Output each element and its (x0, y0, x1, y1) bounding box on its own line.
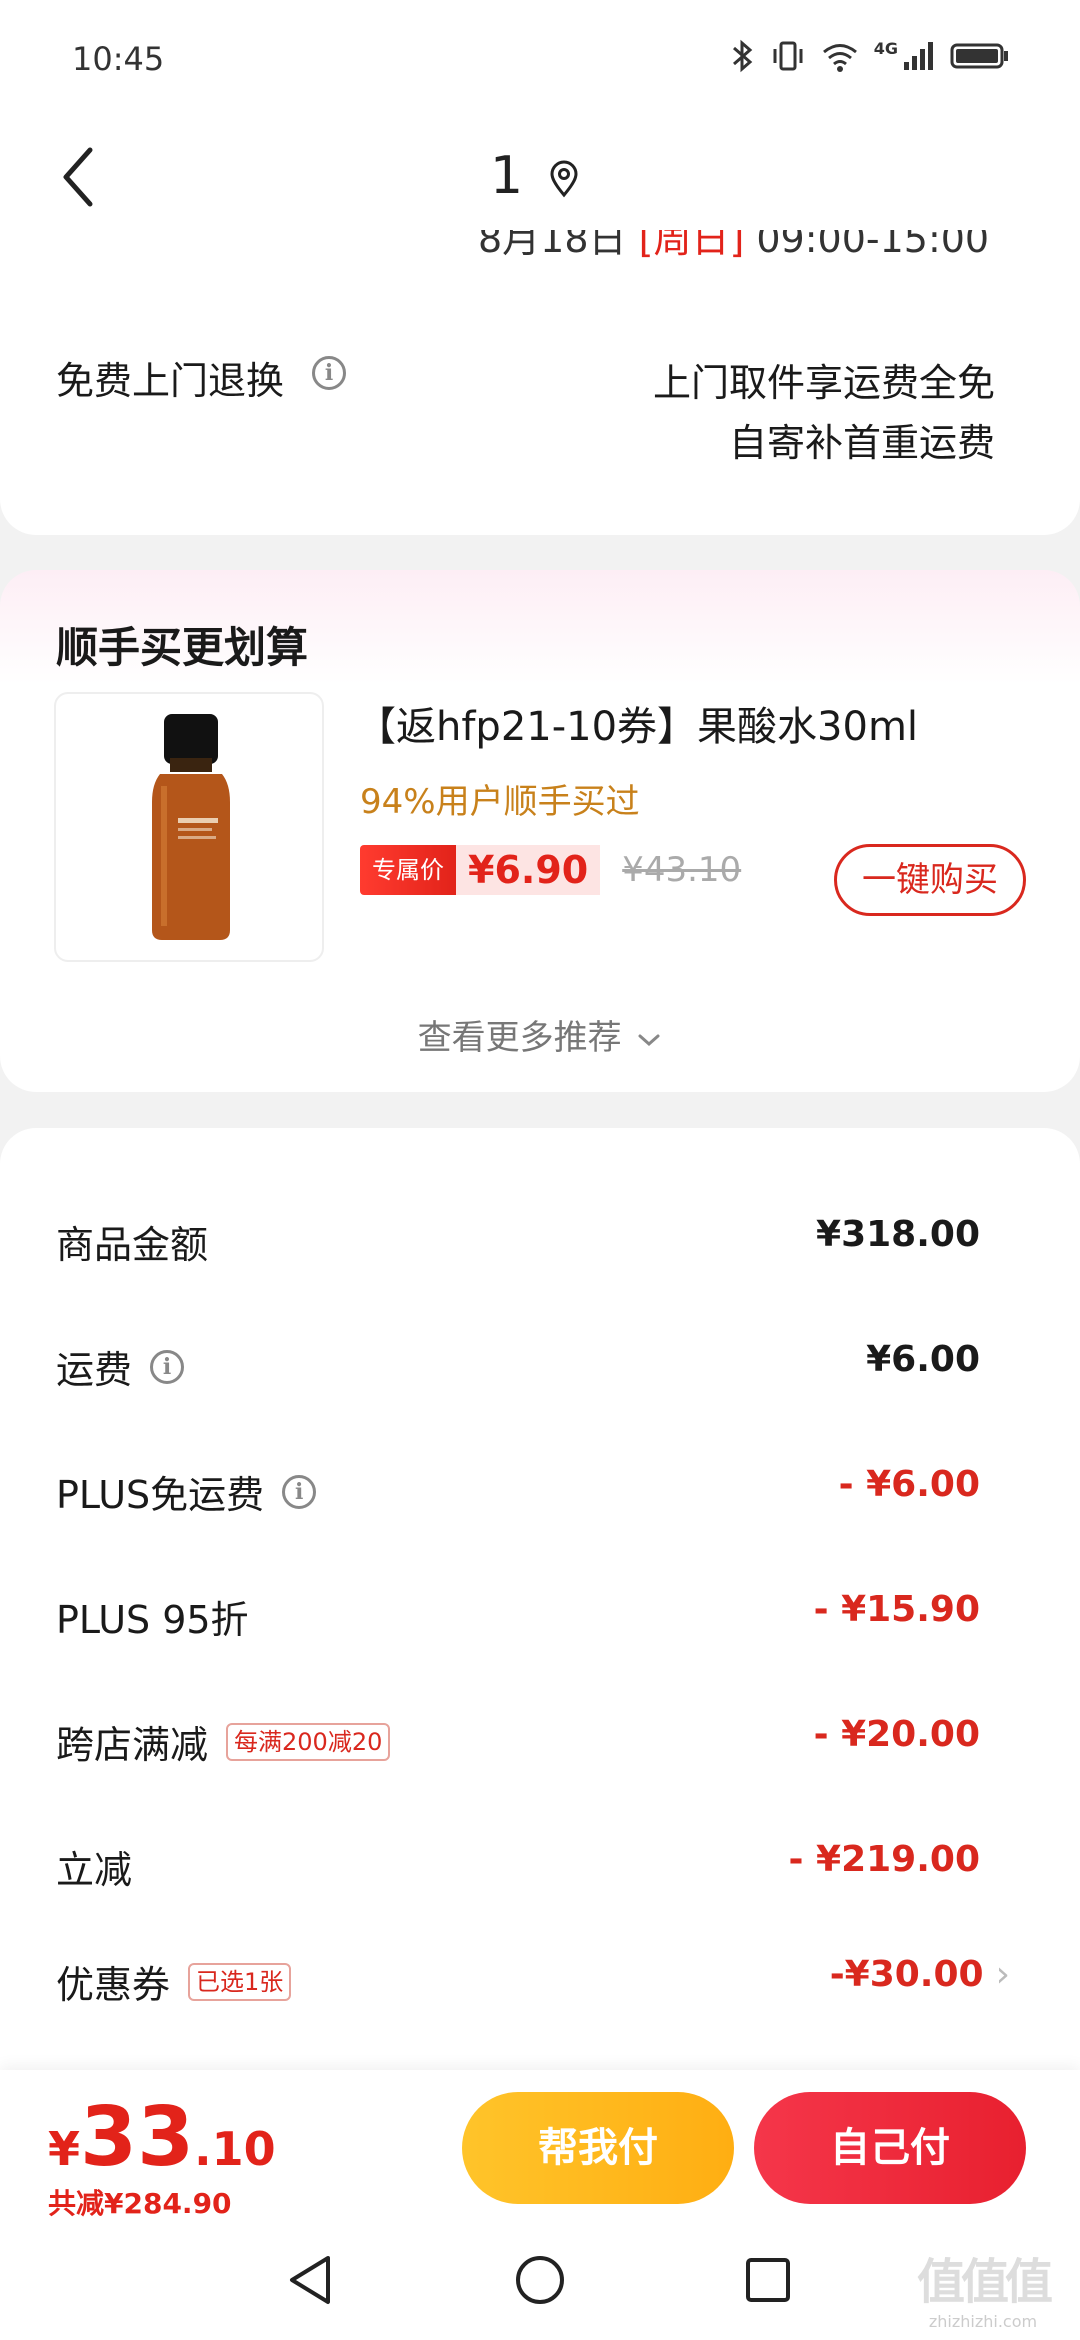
free-return-label: 免费上门退换 (56, 359, 285, 403)
chevron-left-icon (63, 147, 93, 207)
info-icon[interactable]: i (312, 356, 346, 390)
info-icon[interactable]: i (282, 1474, 317, 1509)
return-info-line1: 上门取件享运费全免 (652, 361, 995, 405)
battery-icon (950, 43, 1008, 69)
summary-row-goods: 商品金额 ¥318.00 (56, 1200, 980, 1280)
delivery-time-text: 8月18日 [周日] 09:00-15:00 (478, 230, 989, 263)
page-title: 1 (490, 146, 524, 206)
watermark-mark: 值值值 (916, 2254, 1053, 2310)
status-time: 10:45 (72, 40, 165, 78)
product-meta: 94%用户顺手买过 (360, 782, 640, 822)
summary-label: PLUS免运费 (56, 1473, 265, 1517)
summary-row-instant-off: 立减 - ¥219.00 (56, 1825, 980, 1905)
delivery-date: 8月18日 (478, 230, 627, 261)
vibrate-icon (773, 41, 803, 71)
delivery-weekday: [周日] (638, 230, 745, 261)
delivery-time-range: 09:00-15:00 (756, 230, 990, 261)
exclusive-price-badge: 专属价 (360, 845, 456, 895)
coupon-value: -¥30.00 (829, 1954, 984, 1995)
bluetooth-icon (732, 39, 753, 73)
total-price: ¥33.10 (48, 2090, 276, 2185)
promo-tag: 每满200减20 (226, 1722, 391, 1761)
one-click-buy-button[interactable]: 一键购买 (834, 844, 1026, 916)
delivery-return-card: 8月18日 [周日] 09:00-15:00 免费上门退换 i 上门取件享运费全… (0, 230, 1080, 535)
summary-label: 商品金额 (56, 1223, 209, 1267)
bottom-pay-bar: ¥33.10 共减¥284.90 帮我付 自己付 (0, 2070, 1080, 2230)
product-image[interactable] (54, 692, 324, 962)
help-pay-button[interactable]: 帮我付 (462, 2092, 734, 2204)
summary-row-plus-free-shipping: PLUS免运费 i - ¥6.00 (56, 1450, 980, 1530)
summary-value: -¥30.00 › (830, 1954, 1010, 1995)
more-recommend-label: 查看更多推荐 (417, 1018, 622, 1058)
coupon-tag: 已选1张 (188, 1962, 292, 2001)
nav-bar: 1 (0, 120, 1080, 230)
nav-recents-icon[interactable] (742, 2252, 794, 2308)
status-icons: 4G (730, 38, 1010, 74)
summary-label: PLUS 95折 (56, 1598, 249, 1642)
summary-label: 跨店满减 (56, 1723, 209, 1767)
chevron-right-icon: › (995, 1954, 1010, 1995)
chevron-down-icon (638, 1034, 660, 1046)
status-bar: 10:45 4G (0, 0, 1080, 120)
total-integer: 33 (80, 2090, 195, 2185)
product-name[interactable]: 【返hfp21-10券】果酸水30ml (356, 694, 918, 752)
wifi-icon (822, 44, 857, 72)
nav-home-icon[interactable] (512, 2252, 568, 2308)
network-type-label: 4G (873, 38, 898, 58)
summary-row-cross-store: 跨店满减 每满200减20 - ¥20.00 (56, 1700, 980, 1780)
nav-back-icon[interactable] (284, 2252, 338, 2308)
summary-row-plus-discount: PLUS 95折 - ¥15.90 (56, 1575, 980, 1655)
summary-label: 运费 (56, 1348, 133, 1392)
summary-row-coupon[interactable]: 优惠券 已选1张 -¥30.00 › (56, 1940, 1010, 2020)
summary-value: - ¥15.90 (813, 1589, 980, 1630)
summary-row-shipping: 运费 i ¥6.00 (56, 1325, 980, 1405)
return-info-line2: 自寄补首重运费 (728, 421, 995, 465)
price-summary-card: 商品金额 ¥318.00 运费 i ¥6.00 PLUS免运费 i - ¥6.00 … (0, 1128, 1080, 2128)
total-saved: 共减¥284.90 (48, 2187, 232, 2220)
recommend-title: 顺手买更划算 (56, 623, 309, 672)
watermark-logo: 值值值 zhizhizhi.com (908, 2242, 1058, 2331)
more-recommend-link[interactable]: 查看更多推荐 (0, 1010, 1080, 1059)
watermark-url: zhizhizhi.com (928, 2312, 1038, 2331)
summary-value: ¥318.00 (816, 1214, 980, 1255)
total-decimal: .10 (194, 2122, 276, 2176)
info-icon[interactable]: i (150, 1349, 185, 1384)
self-pay-button[interactable]: 自己付 (754, 2092, 1026, 2204)
product-price: ¥6.90 (456, 845, 601, 895)
product-original-price: ¥43.10 (622, 850, 742, 890)
location-pin-icon[interactable] (548, 160, 580, 202)
back-button[interactable] (56, 142, 106, 212)
summary-value: - ¥6.00 (838, 1464, 980, 1505)
summary-label: 优惠券 (56, 1963, 171, 2007)
summary-value: ¥6.00 (866, 1339, 980, 1380)
summary-label: 立减 (56, 1848, 133, 1892)
summary-value: - ¥20.00 (813, 1714, 980, 1755)
signal-icon (904, 42, 933, 70)
product-price-tag: 专属价 ¥6.90 ¥43.10 (360, 844, 741, 896)
total-currency: ¥ (48, 2122, 81, 2176)
recommend-card: 顺手买更划算 【返hfp21-10券】果酸水30ml 94%用户顺手买过 专属价… (0, 570, 1080, 1092)
summary-value: - ¥219.00 (788, 1839, 980, 1880)
